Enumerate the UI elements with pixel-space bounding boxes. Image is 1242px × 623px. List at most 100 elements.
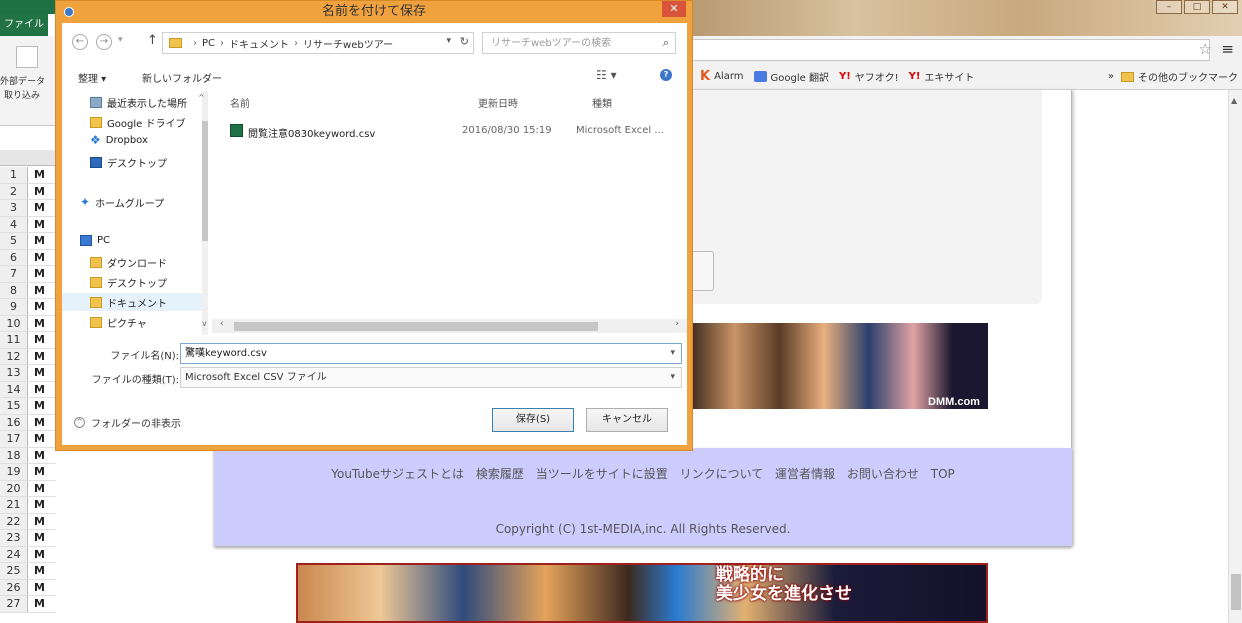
nav-item-desktop-folder[interactable]: デスクトップ (90, 275, 167, 290)
row-number[interactable]: 10 (0, 315, 28, 331)
excel-row[interactable]: 15 M (0, 398, 60, 415)
cancel-button[interactable]: キャンセル (586, 408, 668, 432)
footer-link[interactable]: 当ツールをサイトに設置 (536, 467, 668, 481)
file-list-hscrollbar[interactable]: ‹ › (212, 319, 687, 333)
nav-item-homegroup[interactable]: ✦ ホームグループ (80, 195, 164, 210)
ribbon-group-external-data[interactable]: 外部データ (0, 74, 45, 87)
row-number[interactable]: 3 (0, 200, 28, 216)
help-icon[interactable]: ? (660, 69, 672, 81)
excel-row[interactable]: 17 M (0, 431, 60, 448)
filetype-select[interactable]: Microsoft Excel CSV ファイル ▾ (180, 367, 682, 388)
close-button[interactable]: ✕ (1212, 0, 1238, 14)
excel-row[interactable]: 19 M (0, 464, 60, 481)
scroll-up-icon[interactable]: ^ (198, 93, 205, 102)
scroll-right-icon[interactable]: › (675, 319, 679, 329)
excel-row[interactable]: 9M (0, 299, 60, 316)
nav-item-google-drive[interactable]: Google ドライブ (90, 115, 185, 130)
scrollbar-thumb[interactable] (1231, 574, 1241, 610)
excel-row[interactable]: 23 M (0, 530, 60, 547)
excel-row[interactable]: 8M (0, 282, 60, 299)
excel-file-tab[interactable]: ファイル (0, 14, 48, 36)
excel-row[interactable]: 18 M (0, 447, 60, 464)
ribbon-group-import[interactable]: 取り込み (4, 88, 40, 101)
row-number[interactable]: 23 (0, 530, 28, 546)
excel-row[interactable]: 1M (0, 167, 60, 184)
excel-row[interactable]: 11 M (0, 332, 60, 349)
paste-icon[interactable] (16, 46, 38, 68)
row-number[interactable]: 9 (0, 299, 28, 315)
excel-row[interactable]: 7M (0, 266, 60, 283)
scroll-down-icon[interactable]: v (202, 319, 207, 328)
maximize-button[interactable]: □ (1184, 0, 1210, 14)
row-number[interactable]: 22 (0, 513, 28, 529)
column-header-modified[interactable]: 更新日時 (478, 95, 518, 110)
nav-item-downloads[interactable]: ダウンロード (90, 255, 167, 270)
row-number[interactable]: 21 (0, 497, 28, 513)
nav-item-pc[interactable]: PC (80, 235, 110, 246)
row-number[interactable]: 2 (0, 183, 28, 199)
excel-row[interactable]: 16 M (0, 414, 60, 431)
excel-row[interactable]: 26 M (0, 579, 60, 596)
chevron-down-icon[interactable]: ▾ (446, 36, 451, 46)
nav-scrollbar-thumb[interactable] (202, 121, 208, 241)
row-number[interactable]: 27 (0, 596, 28, 612)
path-segment[interactable]: PC (202, 38, 215, 49)
excel-column-header[interactable] (0, 150, 60, 166)
filename-input[interactable]: 驚嘆keyword.csv ▾ (180, 343, 682, 364)
new-folder-button[interactable]: 新しいフォルダー (142, 70, 222, 85)
scroll-left-icon[interactable]: ‹ (220, 319, 224, 329)
excel-row[interactable]: 5M (0, 233, 60, 250)
back-icon[interactable]: ← (72, 34, 88, 50)
excel-row[interactable]: 13 M (0, 365, 60, 382)
hide-folders-toggle[interactable]: ^ フォルダーの非表示 (74, 415, 181, 430)
column-header-name[interactable]: 名前 (230, 95, 250, 110)
nav-item-documents[interactable]: ドキュメント (62, 293, 202, 311)
footer-link[interactable]: TOP (931, 467, 955, 481)
save-button[interactable]: 保存(S) (492, 408, 574, 432)
row-number[interactable]: 17 (0, 431, 28, 447)
view-options-icon[interactable]: ☷ ▾ (596, 68, 617, 82)
file-row[interactable]: 閲覧注意0830keyword.csv 2016/08/30 15:19 Mic… (230, 123, 685, 141)
footer-link[interactable]: YouTubeサジェストとは (331, 467, 464, 481)
game-banner[interactable] (296, 563, 988, 623)
search-icon[interactable]: ⌕ (663, 36, 669, 50)
chevron-down-icon[interactable]: ▾ (670, 344, 675, 363)
row-number[interactable]: 20 (0, 480, 28, 496)
nav-item-recent-places[interactable]: 最近表示した場所 (90, 95, 187, 110)
bookmark-google-translate[interactable]: Google 翻訳 (753, 69, 829, 84)
nav-item-desktop[interactable]: デスクトップ (90, 155, 167, 170)
row-number[interactable]: 7 (0, 266, 28, 282)
star-icon[interactable]: ☆ (1199, 40, 1212, 58)
row-number[interactable]: 14 (0, 381, 28, 397)
excel-row[interactable]: 27 M (0, 596, 60, 613)
bookmark-excite[interactable]: Y! エキサイト (909, 69, 975, 84)
excel-row[interactable]: 22 M (0, 513, 60, 530)
row-number[interactable]: 25 (0, 563, 28, 579)
row-number[interactable]: 24 (0, 546, 28, 562)
excel-row[interactable]: 20 M (0, 480, 60, 497)
nav-item-pictures[interactable]: ピクチャ (90, 315, 147, 330)
minimize-button[interactable]: – (1156, 0, 1182, 14)
excel-row[interactable]: 3M (0, 200, 60, 217)
row-number[interactable]: 5 (0, 233, 28, 249)
path-segment[interactable]: ドキュメント (229, 36, 289, 51)
column-header-type[interactable]: 種類 (592, 95, 612, 110)
row-number[interactable]: 26 (0, 579, 28, 595)
bookmark-yahoo-auction[interactable]: Y! ヤフオク! (839, 69, 899, 84)
row-number[interactable]: 8 (0, 282, 28, 298)
page-scrollbar[interactable]: ▲ (1228, 90, 1242, 623)
footer-link[interactable]: お問い合わせ (847, 467, 919, 481)
excel-row[interactable]: 24 M (0, 546, 60, 563)
row-number[interactable]: 16 (0, 414, 28, 430)
excel-row[interactable]: 10 M (0, 315, 60, 332)
chevron-down-icon[interactable]: ▾ (670, 368, 675, 387)
excel-row[interactable]: 6M (0, 249, 60, 266)
footer-link[interactable]: 運営者情報 (775, 467, 835, 481)
excel-row[interactable]: 14 M (0, 381, 60, 398)
scroll-up-icon[interactable]: ▲ (1231, 96, 1237, 105)
row-number[interactable]: 4 (0, 216, 28, 232)
row-number[interactable]: 1 (0, 167, 28, 183)
path-segment[interactable]: リサーチwebツアー (303, 36, 393, 51)
row-number[interactable]: 18 (0, 447, 28, 463)
row-number[interactable]: 11 (0, 332, 28, 348)
